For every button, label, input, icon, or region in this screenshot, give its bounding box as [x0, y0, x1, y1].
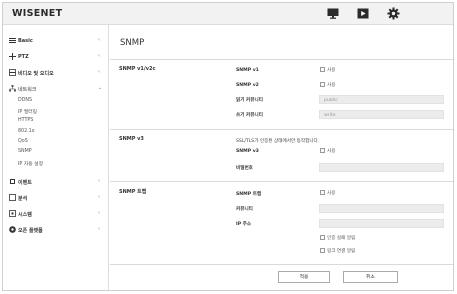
trap-ip-label: IP 주소 — [236, 222, 252, 227]
page-title: SNMP — [120, 38, 145, 48]
sidebar-subitem-qos[interactable]: QoS — [18, 139, 28, 144]
password-input[interactable] — [319, 163, 444, 172]
ssl-note: SSL/TLS가 인증된 상태에서만 동작합니다. — [236, 139, 320, 144]
link-up-checkbox[interactable]: 링크 연결 알림 — [320, 248, 355, 254]
chevron-left-icon: ‹ — [98, 53, 100, 59]
sidebar-subitem-snmp[interactable]: SNMP — [18, 149, 32, 154]
play-icon[interactable] — [357, 8, 369, 19]
sidebar-item-label: 이벤트 — [18, 179, 32, 186]
checkbox-label: 사용 — [327, 191, 336, 196]
sidebar-item-basic[interactable]: Basic ‹ — [3, 34, 109, 48]
section-title-v3: SNMP v3 — [119, 136, 144, 142]
trap-label: SNMP 트랩 — [236, 192, 262, 197]
sidebar-subitem-8021x[interactable]: 802.1x — [18, 129, 35, 134]
divider — [110, 129, 453, 130]
event-icon — [10, 179, 15, 184]
checkbox-box[interactable] — [320, 190, 325, 195]
checkbox-label: 링크 연결 알림 — [327, 249, 356, 254]
sidebar-item-label: 분석 — [18, 195, 28, 202]
sidebar-item-label: Basic — [18, 37, 33, 44]
chevron-down-icon: ⌄ — [98, 85, 103, 91]
checkbox-box[interactable] — [320, 67, 325, 72]
trap-ip-input[interactable] — [319, 219, 444, 228]
sidebar-item-label: 시스템 — [18, 211, 32, 218]
checkbox-label: 사용 — [327, 83, 336, 88]
sidebar-item-open-platform[interactable]: 오픈 플랫폼 ‹ — [3, 223, 109, 237]
sidebar-subitem-ip-auto[interactable]: IP 자동 설정 — [18, 160, 43, 167]
chevron-left-icon: ‹ — [98, 69, 100, 75]
browser-frame: WISENET Basic ‹ PTZ ‹ 비디오 및 오디오 ‹ 네트워크 ⌄… — [2, 2, 454, 291]
read-community-input[interactable]: public — [319, 95, 444, 104]
sidebar: Basic ‹ PTZ ‹ 비디오 및 오디오 ‹ 네트워크 ⌄ DDNS IP… — [3, 25, 109, 290]
section-title-trap: SNMP 트랩 — [119, 189, 147, 195]
gear-icon[interactable] — [387, 7, 400, 20]
password-label: 비밀번호 — [236, 166, 253, 171]
snmp-v3-label: SNMP v3 — [236, 149, 259, 154]
main-panel: SNMP SNMP v1/v2c SNMP v1 사용 SNMP v2 사용 읽… — [110, 25, 453, 290]
logo: WISENET — [12, 8, 63, 19]
checkbox-box[interactable] — [320, 82, 325, 87]
chevron-left-icon: ‹ — [98, 226, 100, 232]
snmp-v2-checkbox[interactable]: 사용 — [320, 82, 335, 88]
checkbox-label: 사용 — [327, 149, 336, 154]
sidebar-item-event[interactable]: 이벤트 ‹ — [3, 175, 109, 189]
chevron-left-icon: ‹ — [98, 194, 100, 200]
snmp-v3-checkbox[interactable]: 사용 — [320, 148, 335, 154]
sidebar-item-network[interactable]: 네트워크 ⌄ — [3, 82, 109, 96]
sidebar-subitem-https[interactable]: HTTPS — [18, 118, 33, 123]
system-icon — [9, 210, 16, 217]
checkbox-box[interactable] — [320, 148, 325, 153]
checkbox-box[interactable] — [320, 248, 325, 253]
sidebar-item-analysis[interactable]: 분석 ‹ — [3, 191, 109, 205]
analysis-icon — [9, 194, 16, 201]
divider — [110, 59, 453, 60]
divider — [110, 264, 453, 265]
chevron-left-icon: ‹ — [98, 37, 100, 43]
film-icon — [9, 69, 16, 76]
snmp-v1-label: SNMP v1 — [236, 68, 259, 73]
trap-community-label: 커뮤니티 — [236, 207, 253, 212]
cancel-button[interactable]: 취소 — [343, 271, 398, 283]
sidebar-item-label: 네트워크 — [18, 86, 37, 93]
read-community-label: 읽기 커뮤니티 — [236, 98, 263, 103]
snmp-v2-label: SNMP v2 — [236, 83, 259, 88]
sidebar-item-video-audio[interactable]: 비디오 및 오디오 ‹ — [3, 66, 109, 80]
checkbox-box[interactable] — [320, 235, 325, 240]
chevron-left-icon: ‹ — [98, 210, 100, 216]
trap-checkbox[interactable]: 사용 — [320, 190, 335, 196]
sidebar-item-label: 비디오 및 오디오 — [18, 70, 54, 77]
top-bar: WISENET — [3, 3, 453, 25]
platform-icon — [9, 226, 16, 233]
trap-community-input[interactable] — [319, 204, 444, 213]
sidebar-item-ptz[interactable]: PTZ ‹ — [3, 50, 109, 64]
checkbox-label: 사용 — [327, 68, 336, 73]
chevron-left-icon: ‹ — [98, 178, 100, 184]
move-icon — [9, 53, 16, 60]
section-title-v1v2: SNMP v1/v2c — [119, 66, 156, 72]
sidebar-subitem-ip-filter[interactable]: IP 필터링 — [18, 108, 37, 115]
sidebar-item-label: PTZ — [18, 53, 29, 60]
network-icon — [9, 85, 16, 92]
write-community-input[interactable]: write — [319, 110, 444, 119]
checkbox-label: 인증 실패 알림 — [327, 236, 356, 241]
sidebar-item-label: 오픈 플랫폼 — [18, 227, 43, 234]
write-community-label: 쓰기 커뮤니티 — [236, 113, 263, 118]
divider — [110, 181, 453, 182]
snmp-v1-checkbox[interactable]: 사용 — [320, 67, 335, 73]
list-icon — [9, 38, 16, 43]
sidebar-subitem-ddns[interactable]: DDNS — [18, 98, 32, 103]
apply-button[interactable]: 적용 — [278, 271, 330, 283]
auth-fail-checkbox[interactable]: 인증 실패 알림 — [320, 235, 355, 241]
sidebar-item-system[interactable]: 시스템 ‹ — [3, 207, 109, 221]
monitor-icon[interactable] — [327, 8, 339, 19]
